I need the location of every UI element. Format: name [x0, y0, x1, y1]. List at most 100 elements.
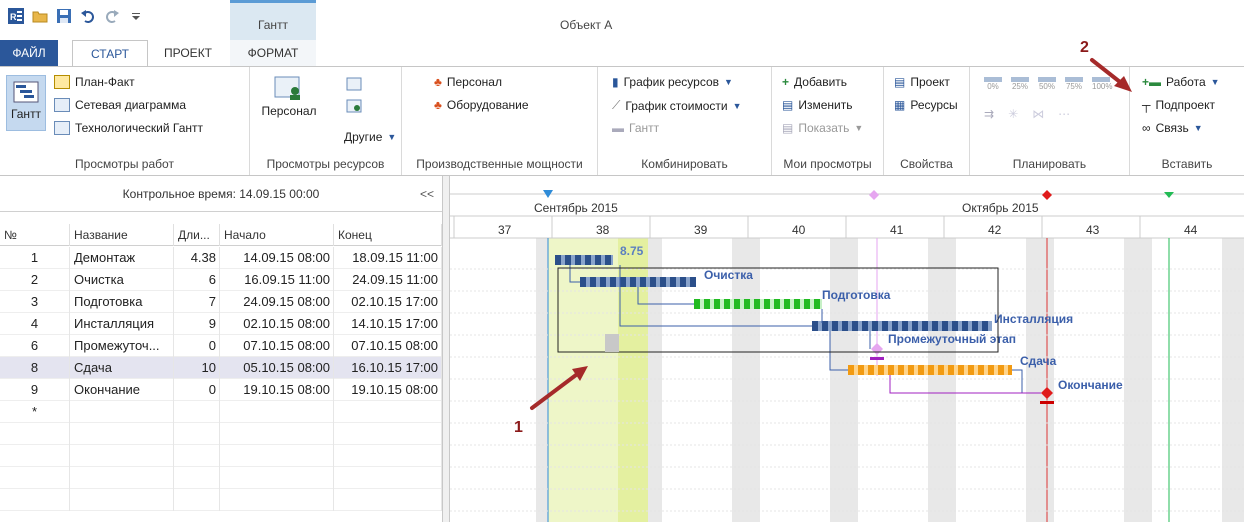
tab-project[interactable]: ПРОЕКТ — [160, 40, 216, 66]
col-name[interactable]: Название — [70, 224, 174, 246]
cell-num[interactable]: 3 — [0, 291, 70, 313]
cell-end[interactable]: 07.10.15 08:00 — [334, 335, 442, 357]
unlink-tasks-icon[interactable]: ⋯ — [1058, 107, 1070, 121]
table-row[interactable] — [0, 489, 442, 511]
cell-name[interactable]: Очистка — [70, 269, 174, 291]
table-row[interactable]: 2 Очистка 6 16.09.15 11:00 24.09.15 11:00 — [0, 269, 442, 291]
cell-start[interactable]: 02.10.15 08:00 — [220, 313, 334, 335]
cell-name[interactable]: Подготовка — [70, 291, 174, 313]
empty-cell[interactable] — [0, 467, 70, 489]
cell-num[interactable]: 8 — [0, 357, 70, 379]
cell-dur[interactable]: 10 — [174, 357, 220, 379]
table-row[interactable]: 8 Сдача 10 05.10.15 08:00 16.10.15 17:00 — [0, 357, 442, 379]
cell-dur[interactable]: 0 — [174, 379, 220, 401]
empty-cell[interactable] — [334, 489, 442, 511]
cell-num[interactable]: 9 — [0, 379, 70, 401]
empty-cell[interactable] — [70, 467, 174, 489]
cost-chart-dropdown[interactable]: ⟋ График стоимости ▼ — [612, 98, 742, 113]
empty-cell[interactable] — [0, 489, 70, 511]
new-row-marker[interactable]: * — [0, 401, 70, 423]
pane-splitter[interactable] — [442, 176, 450, 522]
cell-end[interactable]: 18.09.15 11:00 — [334, 247, 442, 269]
progress-25-button[interactable]: 25% — [1011, 77, 1029, 91]
capacity-equipment-button[interactable]: ♣ Оборудование — [434, 98, 529, 112]
resource-sheet-icon[interactable] — [346, 77, 362, 91]
col-duration[interactable]: Дли... — [174, 224, 220, 246]
capacity-personnel-button[interactable]: ♣ Персонал — [434, 75, 502, 89]
insert-subproject-dropdown[interactable]: ┬ Подпроект — [1142, 98, 1215, 112]
cell-start[interactable]: 05.10.15 08:00 — [220, 357, 334, 379]
cell-end[interactable]: 14.10.15 17:00 — [334, 313, 442, 335]
empty-cell[interactable] — [174, 445, 220, 467]
cell-dur[interactable]: 4.38 — [174, 247, 220, 269]
cell-num[interactable]: 6 — [0, 335, 70, 357]
empty-cell[interactable] — [174, 401, 220, 423]
combine-gantt-button[interactable]: ▬ Гантт — [612, 121, 659, 135]
progress-0-button[interactable]: 0% — [984, 77, 1002, 91]
empty-cell[interactable] — [220, 401, 334, 423]
other-views-dropdown[interactable]: Другие ▼ — [344, 130, 396, 144]
plan-fact-button[interactable]: План-Факт — [54, 75, 135, 89]
resource-usage-icon[interactable] — [346, 99, 362, 113]
resources-properties-button[interactable]: ▦ Ресурсы — [894, 98, 958, 112]
link-tasks-icon[interactable]: ⋈ — [1032, 107, 1044, 121]
project-properties-button[interactable]: ▤ Проект — [894, 75, 950, 89]
empty-cell[interactable] — [334, 445, 442, 467]
gantt-view-button[interactable]: Гантт — [6, 75, 46, 131]
empty-cell[interactable] — [220, 489, 334, 511]
personnel-view-button[interactable]: Персонал — [258, 75, 320, 118]
cell-end[interactable]: 16.10.15 17:00 — [334, 357, 442, 379]
empty-cell[interactable] — [174, 489, 220, 511]
table-row[interactable]: 4 Инсталляция 9 02.10.15 08:00 14.10.15 17:0… — [0, 313, 442, 335]
cell-name[interactable]: Промежуточ... — [70, 335, 174, 357]
table-row[interactable]: 3 Подготовка 7 24.09.15 08:00 02.10.15 17:00 — [0, 291, 442, 313]
table-row[interactable] — [0, 467, 442, 489]
edit-view-button[interactable]: ▤ Изменить — [782, 98, 852, 112]
network-diagram-button[interactable]: Сетевая диаграмма — [54, 98, 186, 112]
split-task-icon[interactable]: ✳ — [1008, 107, 1018, 121]
empty-cell[interactable] — [70, 401, 174, 423]
progress-100-button[interactable]: 100% — [1092, 77, 1112, 91]
empty-cell[interactable] — [220, 423, 334, 445]
empty-cell[interactable] — [334, 401, 442, 423]
col-start[interactable]: Начало — [220, 224, 334, 246]
table-row[interactable]: 9 Окончание 0 19.10.15 08:00 19.10.15 08:00 — [0, 379, 442, 401]
insert-work-dropdown[interactable]: +▬ Работа ▼ — [1142, 75, 1220, 89]
progress-50-button[interactable]: 50% — [1038, 77, 1056, 91]
cell-num[interactable]: 4 — [0, 313, 70, 335]
empty-cell[interactable] — [220, 467, 334, 489]
progress-75-button[interactable]: 75% — [1065, 77, 1083, 91]
table-row[interactable] — [0, 423, 442, 445]
tech-gantt-button[interactable]: Технологический Гантт — [54, 121, 203, 135]
empty-cell[interactable] — [220, 445, 334, 467]
cell-name[interactable]: Демонтаж — [70, 247, 174, 269]
cell-dur[interactable]: 6 — [174, 269, 220, 291]
col-end[interactable]: Конец — [334, 224, 442, 246]
cell-start[interactable]: 19.10.15 08:00 — [220, 379, 334, 401]
table-row[interactable]: * — [0, 401, 442, 423]
empty-cell[interactable] — [0, 445, 70, 467]
collapse-table-button[interactable]: << — [420, 176, 434, 212]
cell-end[interactable]: 24.09.15 11:00 — [334, 269, 442, 291]
empty-cell[interactable] — [0, 423, 70, 445]
table-row[interactable]: 6 Промежуточ... 0 07.10.15 08:00 07.10.15 08… — [0, 335, 442, 357]
tab-format[interactable]: ФОРМАТ — [230, 40, 316, 66]
empty-cell[interactable] — [70, 423, 174, 445]
cell-num[interactable]: 2 — [0, 269, 70, 291]
table-row[interactable] — [0, 445, 442, 467]
tab-file[interactable]: ФАЙЛ — [0, 40, 58, 66]
cell-name[interactable]: Сдача — [70, 357, 174, 379]
cell-end[interactable]: 19.10.15 08:00 — [334, 379, 442, 401]
resource-chart-dropdown[interactable]: ▮ График ресурсов ▼ — [612, 75, 733, 89]
cell-dur[interactable]: 0 — [174, 335, 220, 357]
cell-dur[interactable]: 9 — [174, 313, 220, 335]
empty-cell[interactable] — [174, 467, 220, 489]
col-number[interactable]: № — [0, 224, 70, 246]
empty-cell[interactable] — [70, 445, 174, 467]
insert-link-dropdown[interactable]: ∞ Связь ▼ — [1142, 121, 1203, 135]
cell-end[interactable]: 02.10.15 17:00 — [334, 291, 442, 313]
cell-name[interactable]: Окончание — [70, 379, 174, 401]
empty-cell[interactable] — [334, 467, 442, 489]
empty-cell[interactable] — [70, 489, 174, 511]
cell-dur[interactable]: 7 — [174, 291, 220, 313]
